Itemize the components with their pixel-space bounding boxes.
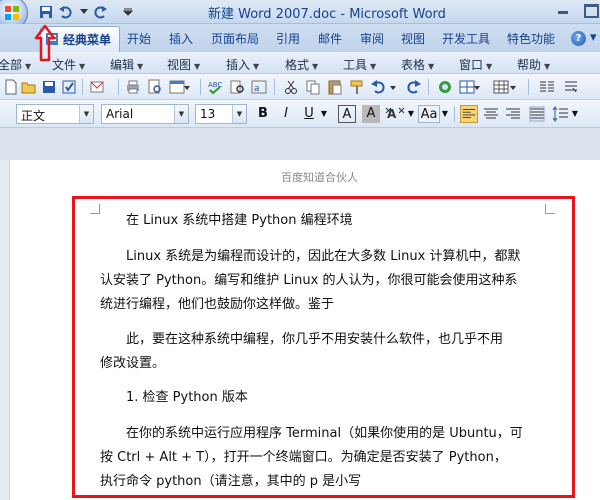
formatting-toolbar: 正文 ▼ Arial ▼ 13 ▼ B I U ▼ A A A ▼ Aa ▼ ▼ — [0, 100, 600, 128]
menu-label: 格式 — [285, 58, 310, 72]
office-logo-icon — [5, 6, 19, 20]
title-bar: 新建 Word 2007.doc - Microsoft Word — [0, 0, 600, 30]
line-spacing-icon[interactable] — [552, 105, 570, 123]
minimize-button[interactable] — [548, 0, 578, 20]
menu-table[interactable]: 表格 ▼ — [401, 56, 434, 73]
translate-icon[interactable]: a — [250, 78, 268, 96]
show-hide-icon[interactable] — [562, 78, 580, 96]
tab-review[interactable]: 审阅 — [360, 30, 384, 47]
style-selector[interactable]: 正文 ▼ — [16, 104, 94, 124]
ribbon-tabs: 经典菜单 开始 插入 页面布局 引用 邮件 审阅 视图 开发工具 特色功能 — [0, 24, 600, 52]
menu-label: 全部 — [0, 58, 23, 72]
tab-mailings[interactable]: 邮件 — [318, 30, 342, 47]
tab-page-layout[interactable]: 页面布局 — [211, 30, 259, 47]
menu-help[interactable]: 帮助 ▼ — [517, 56, 550, 73]
svg-text:a: a — [254, 84, 260, 94]
chevron-down-icon[interactable]: ▼ — [232, 105, 246, 123]
redo-icon[interactable] — [404, 78, 422, 96]
open-folder-icon[interactable] — [20, 78, 38, 96]
menu-view[interactable]: 视图 ▼ — [167, 56, 200, 73]
undo-icon[interactable] — [56, 3, 76, 21]
menu-format[interactable]: 格式 ▼ — [285, 56, 318, 73]
change-case-button[interactable]: Aa — [418, 105, 440, 123]
email-icon[interactable] — [88, 78, 106, 96]
menu-label: 工具 — [343, 58, 368, 72]
tab-label: 经典菜单 — [63, 33, 112, 47]
window-title: 新建 Word 2007.doc - Microsoft Word — [208, 7, 446, 22]
align-left-icon[interactable] — [460, 105, 478, 123]
left-margin-strip — [0, 160, 10, 500]
undo-dropdown-icon[interactable] — [388, 78, 398, 96]
menu-file[interactable]: 文件 ▼ — [52, 56, 85, 73]
undo-icon[interactable] — [370, 78, 388, 96]
standard-toolbar: ABC a — [0, 74, 600, 100]
svg-text:A: A — [387, 107, 397, 121]
tab-home[interactable]: 开始 — [127, 30, 151, 47]
menu-label: 帮助 — [517, 58, 542, 72]
line-spacing-dropdown-icon[interactable]: ▼ — [570, 105, 580, 123]
header-watermark: 百度知道合伙人 — [281, 171, 358, 184]
style-value: 正文 — [21, 109, 46, 123]
menu-label: 窗口 — [459, 58, 484, 72]
columns-icon[interactable] — [538, 78, 556, 96]
ribbon-menu-icon[interactable]: ▾ — [590, 30, 597, 45]
align-center-icon[interactable] — [482, 105, 500, 123]
maximize-button[interactable] — [578, 0, 600, 20]
chevron-down-icon[interactable]: ▼ — [174, 105, 188, 123]
chevron-down-icon[interactable]: ▼ — [79, 105, 93, 123]
menu-window[interactable]: 窗口 ▼ — [459, 56, 492, 73]
menu-tools[interactable]: 工具 ▼ — [343, 56, 376, 73]
character-shading-button[interactable]: A — [362, 105, 380, 123]
help-icon[interactable]: ? — [571, 31, 586, 46]
menu-label: 表格 — [401, 58, 426, 72]
tab-view[interactable]: 视图 — [401, 30, 425, 47]
save-icon[interactable] — [40, 78, 58, 96]
tab-developer[interactable]: 开发工具 — [442, 30, 490, 47]
font-value: Arial — [106, 107, 134, 121]
print-preview-icon[interactable] — [146, 78, 164, 96]
italic-button[interactable]: I — [277, 105, 295, 123]
print-icon[interactable] — [124, 78, 142, 96]
spelling-icon[interactable]: ABC — [206, 78, 224, 96]
menu-insert[interactable]: 插入 ▼ — [226, 56, 259, 73]
new-document-icon[interactable] — [2, 78, 20, 96]
dropdown-arrow-icon[interactable] — [508, 78, 518, 96]
text-effects-icon[interactable]: A — [384, 105, 406, 123]
font-selector[interactable]: Arial ▼ — [101, 104, 189, 124]
menu-all[interactable]: 全部 ▼ — [0, 56, 31, 73]
underline-button[interactable]: U — [300, 105, 318, 123]
tab-special-features[interactable]: 特色功能 — [507, 30, 555, 47]
menu-label: 插入 — [226, 58, 251, 72]
copy-icon[interactable] — [304, 78, 322, 96]
justify-icon[interactable] — [528, 105, 546, 123]
dropdown-arrow-icon[interactable] — [182, 78, 192, 96]
menu-edit[interactable]: 编辑 ▼ — [110, 56, 143, 73]
save-icon[interactable] — [36, 3, 56, 21]
bold-button[interactable]: B — [254, 105, 272, 123]
paste-icon[interactable] — [326, 78, 344, 96]
customize-quick-access-icon[interactable] — [118, 3, 138, 21]
align-right-icon[interactable] — [504, 105, 522, 123]
character-border-button[interactable]: A — [338, 105, 356, 123]
research-icon[interactable] — [228, 78, 246, 96]
cut-icon[interactable] — [282, 78, 300, 96]
change-case-dropdown-icon[interactable]: ▼ — [440, 105, 450, 123]
ruler-strip — [0, 128, 600, 160]
format-painter-icon[interactable] — [348, 78, 366, 96]
hyperlink-icon[interactable] — [436, 78, 454, 96]
font-size-value: 13 — [200, 107, 216, 121]
dropdown-arrow-icon[interactable] — [472, 78, 482, 96]
tab-references[interactable]: 引用 — [276, 30, 300, 47]
classic-menu-bar: 全部 ▼ 文件 ▼ 编辑 ▼ 视图 ▼ 插入 ▼ 格式 ▼ 工具 ▼ 表格 ▼ 窗口 ▼ 帮助 ▼ — [0, 52, 600, 74]
permission-icon[interactable] — [60, 78, 78, 96]
redo-icon[interactable] — [90, 3, 110, 21]
highlight-box — [72, 196, 575, 498]
tab-insert[interactable]: 插入 — [169, 30, 193, 47]
text-effects-dropdown-icon[interactable]: ▼ — [406, 105, 416, 123]
annotation-arrow-icon — [34, 24, 56, 62]
font-size-selector[interactable]: 13 ▼ — [195, 104, 247, 124]
menu-label: 编辑 — [110, 58, 135, 72]
menu-label: 视图 — [167, 58, 192, 72]
underline-dropdown-icon[interactable]: ▼ — [319, 105, 329, 123]
